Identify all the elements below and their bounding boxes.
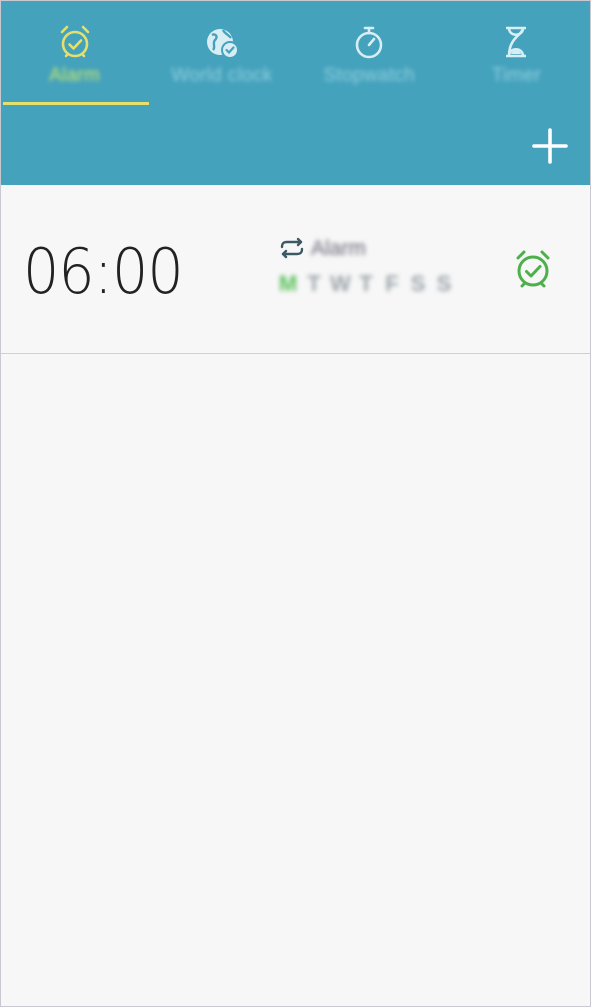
app-header: Alarm World clock Stopwatch Timer <box>1 1 590 185</box>
alarm-list-item[interactable]: 06:00 Alarm M T W T F S S <box>1 185 590 354</box>
day-monday: M <box>278 271 298 296</box>
tab-world-clock[interactable]: World clock <box>148 1 295 105</box>
day-sunday: S <box>436 271 452 296</box>
tab-timer[interactable]: Timer <box>443 1 590 105</box>
hourglass-icon <box>506 26 527 58</box>
stopwatch-icon <box>355 26 383 59</box>
alarm-clock-icon <box>60 25 89 58</box>
tab-label: Alarm <box>49 65 101 86</box>
alarm-toggle-icon[interactable] <box>512 247 554 291</box>
alarm-time: 06:00 <box>23 235 184 308</box>
tab-label: Stopwatch <box>323 65 415 86</box>
globe-icon <box>206 29 239 59</box>
add-alarm-button[interactable] <box>531 127 569 165</box>
tab-label: World clock <box>171 65 273 86</box>
tab-stopwatch[interactable]: Stopwatch <box>296 1 443 105</box>
tab-alarm[interactable]: Alarm <box>1 1 148 105</box>
day-thursday: T <box>359 271 373 296</box>
day-friday: F <box>385 271 399 296</box>
alarm-name: Alarm <box>311 237 366 260</box>
day-wednesday: W <box>330 271 351 296</box>
repeat-icon <box>280 237 304 259</box>
tab-label: Timer <box>491 65 542 86</box>
repeat-days: M T W T F S S <box>278 271 454 297</box>
active-tab-indicator <box>3 102 149 105</box>
day-saturday: S <box>410 271 426 296</box>
day-tuesday: T <box>307 271 321 296</box>
tab-bar: Alarm World clock Stopwatch Timer <box>1 1 590 105</box>
